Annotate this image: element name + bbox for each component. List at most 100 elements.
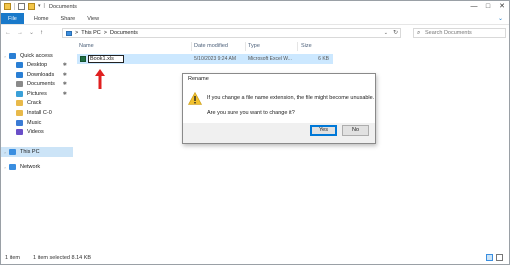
tab-view[interactable]: View [81,13,105,24]
warning-icon [188,92,202,105]
navigation-pane: › Quick access Desktop ✱ Downloads ✱ Documents… [1,41,73,251]
column-divider[interactable] [245,42,246,51]
pin-icon[interactable]: ✱ [63,62,67,68]
nav-item-crack[interactable]: Crack [1,98,73,108]
vertical-scrollbar[interactable] [504,41,508,251]
pin-icon[interactable]: ✱ [63,81,67,87]
file-size: 6 KB [318,56,329,62]
navigation-buttons: ← → ⌄ ↑ [5,29,43,37]
address-bar[interactable]: > This PC > Documents ⌄ ↻ [62,28,401,38]
dialog-question: Are you sure you want to change it? [207,110,295,116]
nav-item-install-c-0[interactable]: Install C-0 [1,108,73,118]
breadcrumb-separator: > [103,30,107,36]
pin-icon[interactable]: ✱ [63,91,67,97]
column-header-type[interactable]: Type [248,41,298,52]
title-bar: ▾ | Documents — □ ✕ [1,1,509,13]
title-separator: | [43,3,45,9]
address-row: ← → ⌄ ↑ > This PC > Documents ⌄ ↻ ⌕ Sear… [1,26,509,40]
expand-chevron-icon[interactable]: › [2,54,8,59]
column-type-label: Type [248,43,260,49]
rename-field[interactable]: Book1.xls [88,55,124,63]
up-button[interactable]: ↑ [40,29,43,37]
column-header-name[interactable]: Name [79,41,192,52]
forward-button[interactable]: → [17,29,23,37]
nav-item-label: This PC [20,149,40,155]
nav-item-label: Music [27,120,42,126]
no-button[interactable]: No [342,125,369,136]
address-dropdown-icon[interactable]: ⌄ [384,30,388,37]
status-bar: 1 item 1 item selected 8.14 KB [1,252,509,264]
new-folder-icon[interactable] [28,3,35,10]
nav-item-videos[interactable]: Videos [1,127,73,137]
status-item-count: 1 item [5,255,20,261]
expand-ribbon-icon[interactable]: ⌄ [498,13,503,25]
yes-button[interactable]: Yes [310,125,337,136]
expand-chevron-icon[interactable]: › [2,165,8,170]
nav-item-label: Pictures [27,91,47,97]
nav-item-this-pc[interactable]: › This PC [1,147,73,157]
folder-icon[interactable] [4,3,11,10]
column-header-date-modified[interactable]: Date modified [194,41,246,52]
download-icon [16,72,23,78]
videos-icon [16,129,23,135]
explorer-window: ▾ | Documents — □ ✕ File Home Share View… [0,0,510,265]
window-controls: — □ ✕ [467,1,509,12]
ribbon-tabs: File Home Share View ⌄ [1,13,509,25]
folder-icon [16,110,23,116]
nav-item-label: Install C-0 [27,110,52,116]
breadcrumb-this-pc[interactable]: This PC [81,30,101,36]
search-box[interactable]: ⌕ Search Documents [413,28,506,38]
maximize-button[interactable]: □ [481,1,495,12]
tab-share[interactable]: Share [55,13,82,24]
excel-file-icon [80,56,86,62]
properties-icon[interactable] [18,3,25,10]
breadcrumb-documents[interactable]: Documents [110,30,138,36]
column-size-label: Size [301,43,312,49]
nav-item-label: Documents [27,81,55,87]
view-switcher [486,254,503,261]
nav-item-label: Network [20,164,41,170]
nav-item-desktop[interactable]: Desktop ✱ [1,60,73,70]
rename-dialog: Rename If you change a file name extensi… [182,73,376,144]
computer-icon [9,149,16,155]
nav-item-label: Crack [27,100,42,106]
desktop-icon [16,62,23,68]
back-button[interactable]: ← [5,29,11,37]
red-arrow-annotation [95,69,105,89]
file-row[interactable]: Book1.xls 5/10/2023 9:24 AM Microsoft Ex… [77,54,333,64]
search-placeholder: Search Documents [425,30,472,36]
computer-icon [66,30,72,36]
file-date-modified: 5/10/2023 9:24 AM [194,56,236,62]
music-icon [16,120,23,126]
column-header-size[interactable]: Size [301,41,333,52]
window-title: Documents [49,4,77,10]
dialog-title: Rename [183,74,375,85]
details-view-icon[interactable] [486,254,493,261]
quick-access-toolbar: ▾ | [4,3,45,10]
tab-file[interactable]: File [1,13,24,24]
nav-item-network[interactable]: › Network [1,162,73,172]
refresh-icon[interactable]: ↻ [393,30,398,37]
recent-locations-button[interactable]: ⌄ [29,29,34,37]
dialog-message: If you change a file name extension, the… [207,95,375,101]
dialog-body: If you change a file name extension, the… [183,85,375,123]
column-name-label: Name [79,43,94,49]
expand-chevron-icon[interactable]: › [2,150,8,155]
nav-item-label: Videos [27,129,44,135]
large-icons-view-icon[interactable] [496,254,503,261]
customize-qat-icon[interactable]: ▾ [38,3,41,10]
star-icon [9,53,16,59]
toolbar-separator [14,3,15,10]
column-divider[interactable] [297,42,298,51]
nav-item-label: Quick access [20,53,53,59]
nav-item-label: Downloads [27,72,55,78]
pin-icon[interactable]: ✱ [63,72,67,78]
close-button[interactable]: ✕ [495,1,509,12]
column-date-label: Date modified [194,43,228,49]
status-selection: 1 item selected 8.14 KB [33,255,92,261]
nav-item-label: Desktop [27,62,48,68]
column-divider[interactable] [191,42,192,51]
nav-item-documents[interactable]: Documents ✱ [1,79,73,89]
minimize-button[interactable]: — [467,1,481,12]
tab-home[interactable]: Home [28,13,55,24]
